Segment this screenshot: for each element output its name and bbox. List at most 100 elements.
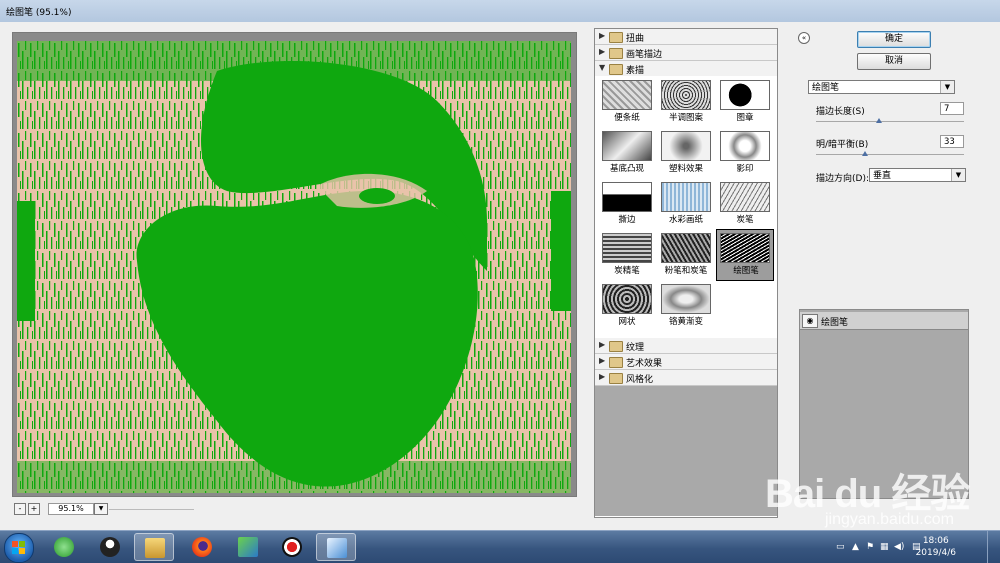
clock[interactable]: 18:06 2019/4/6 — [916, 535, 956, 559]
collapsed-arrow-icon: ▶ — [599, 340, 606, 349]
taskbar-app-1[interactable] — [44, 533, 84, 561]
preview-image — [17, 41, 571, 493]
show-hidden-icons-icon[interactable]: ▲ — [852, 542, 859, 552]
category-label: 风格化 — [626, 375, 654, 385]
preview-canvas[interactable] — [17, 41, 571, 493]
taskbar-recorder[interactable] — [272, 533, 312, 561]
category-artistic[interactable]: ▶ 艺术效果 — [595, 354, 777, 370]
collapsed-arrow-icon: ▶ — [599, 356, 606, 365]
taskbar-photoshop[interactable] — [316, 533, 356, 561]
thumb-stamp[interactable]: 图章 — [718, 78, 772, 128]
thumbnail-image — [602, 284, 652, 314]
thumb-charcoal[interactable]: 炭笔 — [718, 180, 772, 230]
category-label: 画笔描边 — [626, 50, 663, 60]
thumbnail-image — [661, 131, 711, 161]
thumbnail-label: 网状 — [618, 317, 636, 327]
keyboard-icon[interactable]: ▭ — [836, 542, 845, 552]
thumbnail-image — [720, 182, 770, 212]
taskbar-video-app[interactable] — [228, 533, 268, 561]
light-dark-slider[interactable] — [816, 154, 964, 155]
thumbnail-label: 绘图笔 — [733, 266, 759, 276]
filter-select[interactable]: 绘图笔 ▼ — [808, 80, 955, 94]
watermark-url: jingyan.baidu.com — [825, 511, 954, 528]
thumb-plaster[interactable]: 塑料效果 — [659, 129, 713, 179]
folder-icon — [609, 357, 623, 368]
thumbnail-label: 粉笔和炭笔 — [664, 266, 708, 276]
thumbnail-label: 水彩画纸 — [668, 215, 703, 225]
volume-icon[interactable]: ◀) — [894, 542, 904, 552]
taskbar-qq[interactable] — [90, 533, 130, 561]
thumb-chrome[interactable]: 铬黄渐变 — [659, 282, 713, 332]
stroke-direction-value: 垂直 — [873, 171, 892, 181]
category-label: 素描 — [626, 66, 645, 76]
zoom-value[interactable]: 95.1% — [48, 503, 94, 515]
zoom-divider — [109, 509, 194, 510]
title-bar[interactable]: 绘图笔 (95.1%) — [0, 0, 1000, 23]
thumb-note-paper[interactable]: 便条纸 — [600, 78, 654, 128]
thumbnail-label: 基底凸现 — [609, 164, 644, 174]
video-player-icon — [238, 537, 258, 557]
thumbnail-label: 影印 — [736, 164, 754, 174]
firefox-icon — [192, 537, 212, 557]
light-dark-slider-thumb[interactable] — [862, 151, 868, 156]
green-refresh-icon — [54, 537, 74, 557]
cancel-button[interactable]: 取消 — [857, 53, 931, 70]
ok-button[interactable]: 确定 — [857, 31, 931, 48]
stroke-direction-select[interactable]: 垂直 ▼ — [869, 168, 966, 182]
show-desktop-button[interactable] — [987, 531, 1000, 563]
taskbar-explorer[interactable] — [134, 533, 174, 561]
thumbnail-label: 炭精笔 — [614, 266, 640, 276]
thumb-photocopy[interactable]: 影印 — [718, 129, 772, 179]
category-label: 纹理 — [626, 343, 645, 353]
light-dark-input[interactable]: 33 — [940, 135, 964, 148]
collapsed-arrow-icon: ▶ — [599, 31, 606, 40]
effect-layer-row[interactable]: ◉ 绘图笔 — [800, 312, 968, 330]
collapsed-arrow-icon: ▶ — [599, 372, 606, 381]
zoom-in-button[interactable]: + — [28, 503, 40, 515]
thumbnail-image — [661, 233, 711, 263]
collapse-gallery-button[interactable]: « — [798, 32, 810, 44]
category-sketch[interactable]: ▼ 素描 — [595, 61, 777, 77]
eye-icon[interactable]: ◉ — [802, 314, 818, 328]
folder-icon — [609, 48, 623, 59]
zoom-dropdown-button[interactable]: ▼ — [94, 503, 108, 515]
thumbnail-label: 铬黄渐变 — [668, 317, 703, 327]
sketch-thumbnails: 便条纸 半调图案 图章 基底凸现 塑料效果 影印 撕边 水彩画纸 炭笔 炭精笔 … — [595, 76, 777, 334]
thumbnail-image — [720, 233, 770, 263]
thumbnail-image — [661, 80, 711, 110]
thumb-water-paper[interactable]: 水彩画纸 — [659, 180, 713, 230]
thumbnail-image — [602, 131, 652, 161]
folder-open-icon — [609, 64, 623, 75]
windows-logo-icon — [12, 541, 25, 554]
stroke-length-slider[interactable] — [816, 121, 964, 122]
category-distort[interactable]: ▶ 扭曲 — [595, 29, 777, 45]
category-label: 扭曲 — [626, 34, 645, 44]
chevron-down-icon: ▼ — [940, 81, 954, 93]
zoom-out-button[interactable]: - — [14, 503, 26, 515]
category-stylize[interactable]: ▶ 风格化 — [595, 370, 777, 386]
flag-icon[interactable]: ⚑ — [866, 542, 874, 552]
taskbar-firefox[interactable] — [182, 533, 222, 561]
category-texture[interactable]: ▶ 纹理 — [595, 338, 777, 354]
stroke-length-input[interactable]: 7 — [940, 102, 964, 115]
folder-icon — [609, 32, 623, 43]
clock-time: 18:06 — [922, 536, 949, 546]
network-icon[interactable]: ▦ — [880, 542, 889, 552]
thumb-bas-relief[interactable]: 基底凸现 — [600, 129, 654, 179]
filter-select-value: 绘图笔 — [812, 83, 840, 93]
thumb-chalk-charcoal[interactable]: 粉笔和炭笔 — [659, 231, 713, 281]
filter-list: ▶ 扭曲 ▶ 画笔描边 ▼ 素描 便条纸 半调图案 图章 基底凸现 塑料效果 影… — [594, 28, 778, 518]
thumbnail-image — [602, 182, 652, 212]
thumb-reticulation[interactable]: 网状 — [600, 282, 654, 332]
thumb-conte-crayon[interactable]: 炭精笔 — [600, 231, 654, 281]
thumb-halftone[interactable]: 半调图案 — [659, 78, 713, 128]
preview-frame — [12, 32, 577, 497]
category-label: 艺术效果 — [626, 359, 663, 369]
folder-icon — [609, 373, 623, 384]
start-button[interactable] — [4, 533, 34, 563]
category-brush-strokes[interactable]: ▶ 画笔描边 — [595, 45, 777, 61]
light-dark-label: 明/暗平衡(B) — [816, 140, 869, 150]
stroke-length-slider-thumb[interactable] — [876, 118, 882, 123]
thumb-torn-edges[interactable]: 撕边 — [600, 180, 654, 230]
thumb-graphic-pen[interactable]: 绘图笔 — [716, 229, 774, 281]
